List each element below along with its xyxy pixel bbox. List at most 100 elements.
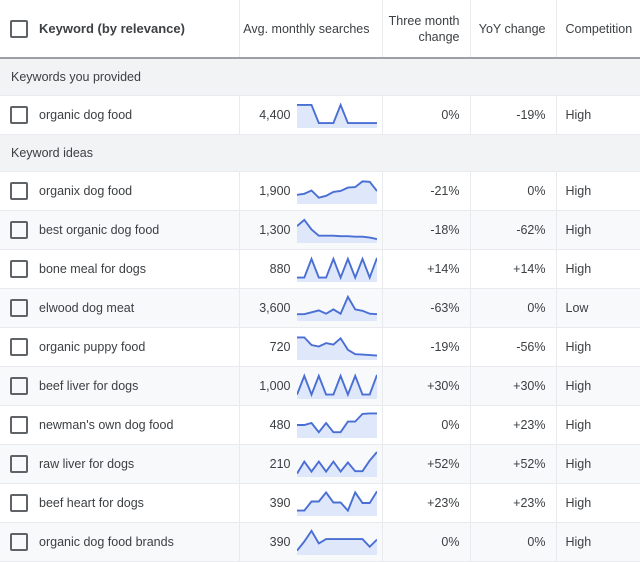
row-select-cell[interactable] bbox=[0, 171, 34, 211]
competition-cell: High bbox=[556, 366, 640, 406]
competition-cell: High bbox=[556, 95, 640, 135]
row-checkbox-icon[interactable] bbox=[10, 376, 28, 395]
table-row[interactable]: beef heart for dogs 390 +23% +23% High bbox=[0, 483, 640, 523]
avg-searches-wrap: 720 bbox=[240, 328, 382, 366]
avg-searches-value: 4,400 bbox=[259, 107, 291, 122]
select-all-checkbox-icon[interactable] bbox=[10, 19, 28, 38]
keyword-cell[interactable]: newman's own dog food bbox=[34, 405, 240, 445]
avg-searches-value: 390 bbox=[269, 495, 291, 510]
table-row[interactable]: beef liver for dogs 1,000 +30% +30% High bbox=[0, 366, 640, 406]
table-row[interactable]: newman's own dog food 480 0% +23% High bbox=[0, 405, 640, 445]
row-checkbox-icon[interactable] bbox=[10, 181, 28, 200]
row-select-cell[interactable] bbox=[0, 288, 34, 328]
section-title: Keywords you provided bbox=[0, 57, 640, 96]
column-header-keyword[interactable]: Keyword (by relevance) bbox=[34, 0, 240, 59]
row-select-cell[interactable] bbox=[0, 366, 34, 406]
section-title: Keyword ideas bbox=[0, 133, 640, 172]
avg-searches-value: 1,900 bbox=[259, 183, 291, 198]
row-select-cell[interactable] bbox=[0, 327, 34, 367]
yoy-change-cell: +23% bbox=[470, 405, 557, 445]
avg-searches-value: 1,300 bbox=[259, 222, 291, 237]
yoy-change-cell: +30% bbox=[470, 366, 557, 406]
keyword-cell[interactable]: raw liver for dogs bbox=[34, 444, 240, 484]
table-row[interactable]: best organic dog food 1,300 -18% -62% High bbox=[0, 210, 640, 250]
avg-searches-wrap: 1,900 bbox=[240, 172, 382, 210]
keyword-cell[interactable]: beef liver for dogs bbox=[34, 366, 240, 406]
avg-monthly-searches-cell: 210 bbox=[239, 444, 383, 484]
avg-monthly-searches-cell: 4,400 bbox=[239, 95, 383, 135]
keyword-planner-table: Keyword (by relevance) Avg. monthly sear… bbox=[0, 0, 640, 562]
keyword-cell[interactable]: bone meal for dogs bbox=[34, 249, 240, 289]
row-select-cell[interactable] bbox=[0, 95, 34, 135]
table-row[interactable]: bone meal for dogs 880 +14% +14% High bbox=[0, 249, 640, 289]
yoy-change-cell: +52% bbox=[470, 444, 557, 484]
avg-monthly-searches-cell: 1,900 bbox=[239, 171, 383, 211]
sparkline-chart bbox=[296, 176, 377, 204]
row-checkbox-icon[interactable] bbox=[10, 220, 28, 239]
keyword-text: organix dog food bbox=[39, 183, 133, 198]
avg-searches-wrap: 1,000 bbox=[240, 367, 382, 405]
keyword-cell[interactable]: organic dog food bbox=[34, 95, 240, 135]
keyword-cell[interactable]: beef heart for dogs bbox=[34, 483, 240, 523]
row-checkbox-icon[interactable] bbox=[10, 493, 28, 512]
row-select-cell[interactable] bbox=[0, 483, 34, 523]
keyword-text: organic dog food bbox=[39, 107, 133, 122]
three-month-change-cell: -21% bbox=[382, 171, 471, 211]
keyword-text: elwood dog meat bbox=[39, 300, 135, 315]
sparkline-chart bbox=[296, 371, 377, 399]
table-body: Keywords you provided organic dog food 4,4… bbox=[0, 57, 640, 562]
row-checkbox-icon[interactable] bbox=[10, 105, 28, 124]
three-month-change-cell: 0% bbox=[382, 405, 471, 445]
keyword-cell[interactable]: best organic dog food bbox=[34, 210, 240, 250]
keyword-cell[interactable]: organic puppy food bbox=[34, 327, 240, 367]
competition-cell: High bbox=[556, 327, 640, 367]
row-checkbox-icon[interactable] bbox=[10, 337, 28, 356]
avg-searches-wrap: 390 bbox=[240, 484, 382, 522]
avg-searches-wrap: 480 bbox=[240, 406, 382, 444]
avg-searches-wrap: 4,400 bbox=[240, 96, 382, 134]
row-checkbox-icon[interactable] bbox=[10, 259, 28, 278]
avg-monthly-searches-cell: 1,300 bbox=[239, 210, 383, 250]
select-all-header bbox=[0, 0, 34, 59]
header-row: Keyword (by relevance) Avg. monthly sear… bbox=[0, 0, 640, 59]
row-select-cell[interactable] bbox=[0, 405, 34, 445]
row-checkbox-icon[interactable] bbox=[10, 298, 28, 317]
keyword-cell[interactable]: elwood dog meat bbox=[34, 288, 240, 328]
avg-searches-wrap: 1,300 bbox=[240, 211, 382, 249]
competition-cell: High bbox=[556, 444, 640, 484]
competition-cell: High bbox=[556, 483, 640, 523]
row-select-cell[interactable] bbox=[0, 210, 34, 250]
row-checkbox-icon[interactable] bbox=[10, 454, 28, 473]
table-row[interactable]: organic dog food 4,400 0% -19% High bbox=[0, 95, 640, 135]
three-month-change-cell: +14% bbox=[382, 249, 471, 289]
column-header-three-month-change[interactable]: Three month change bbox=[382, 0, 471, 59]
row-select-cell[interactable] bbox=[0, 444, 34, 484]
column-header-competition[interactable]: Competition bbox=[556, 0, 640, 59]
avg-searches-wrap: 880 bbox=[240, 250, 382, 288]
yoy-change-cell: -56% bbox=[470, 327, 557, 367]
sparkline-chart bbox=[296, 488, 377, 516]
keyword-text: newman's own dog food bbox=[39, 417, 174, 432]
column-header-avg-monthly-searches[interactable]: Avg. monthly searches bbox=[239, 0, 383, 59]
sparkline-chart bbox=[296, 254, 377, 282]
row-select-cell[interactable] bbox=[0, 249, 34, 289]
table-row[interactable]: raw liver for dogs 210 +52% +52% High bbox=[0, 444, 640, 484]
three-month-change-cell: +30% bbox=[382, 366, 471, 406]
sparkline-chart bbox=[296, 293, 377, 321]
table-row[interactable]: elwood dog meat 3,600 -63% 0% Low bbox=[0, 288, 640, 328]
section-header-row: Keywords you provided bbox=[0, 57, 640, 96]
avg-monthly-searches-cell: 720 bbox=[239, 327, 383, 367]
yoy-change-cell: +14% bbox=[470, 249, 557, 289]
table-row[interactable]: organic puppy food 720 -19% -56% High bbox=[0, 327, 640, 367]
avg-monthly-searches-cell: 1,000 bbox=[239, 366, 383, 406]
competition-cell: High bbox=[556, 249, 640, 289]
yoy-change-cell: -19% bbox=[470, 95, 557, 135]
yoy-change-cell: -62% bbox=[470, 210, 557, 250]
avg-searches-value: 210 bbox=[269, 456, 291, 471]
column-header-yoy-change[interactable]: YoY change bbox=[470, 0, 557, 59]
section-header-row: Keyword ideas bbox=[0, 133, 640, 172]
table-row[interactable]: organix dog food 1,900 -21% 0% High bbox=[0, 171, 640, 211]
keyword-cell[interactable]: organix dog food bbox=[34, 171, 240, 211]
avg-searches-value: 720 bbox=[269, 339, 291, 354]
row-checkbox-icon[interactable] bbox=[10, 415, 28, 434]
